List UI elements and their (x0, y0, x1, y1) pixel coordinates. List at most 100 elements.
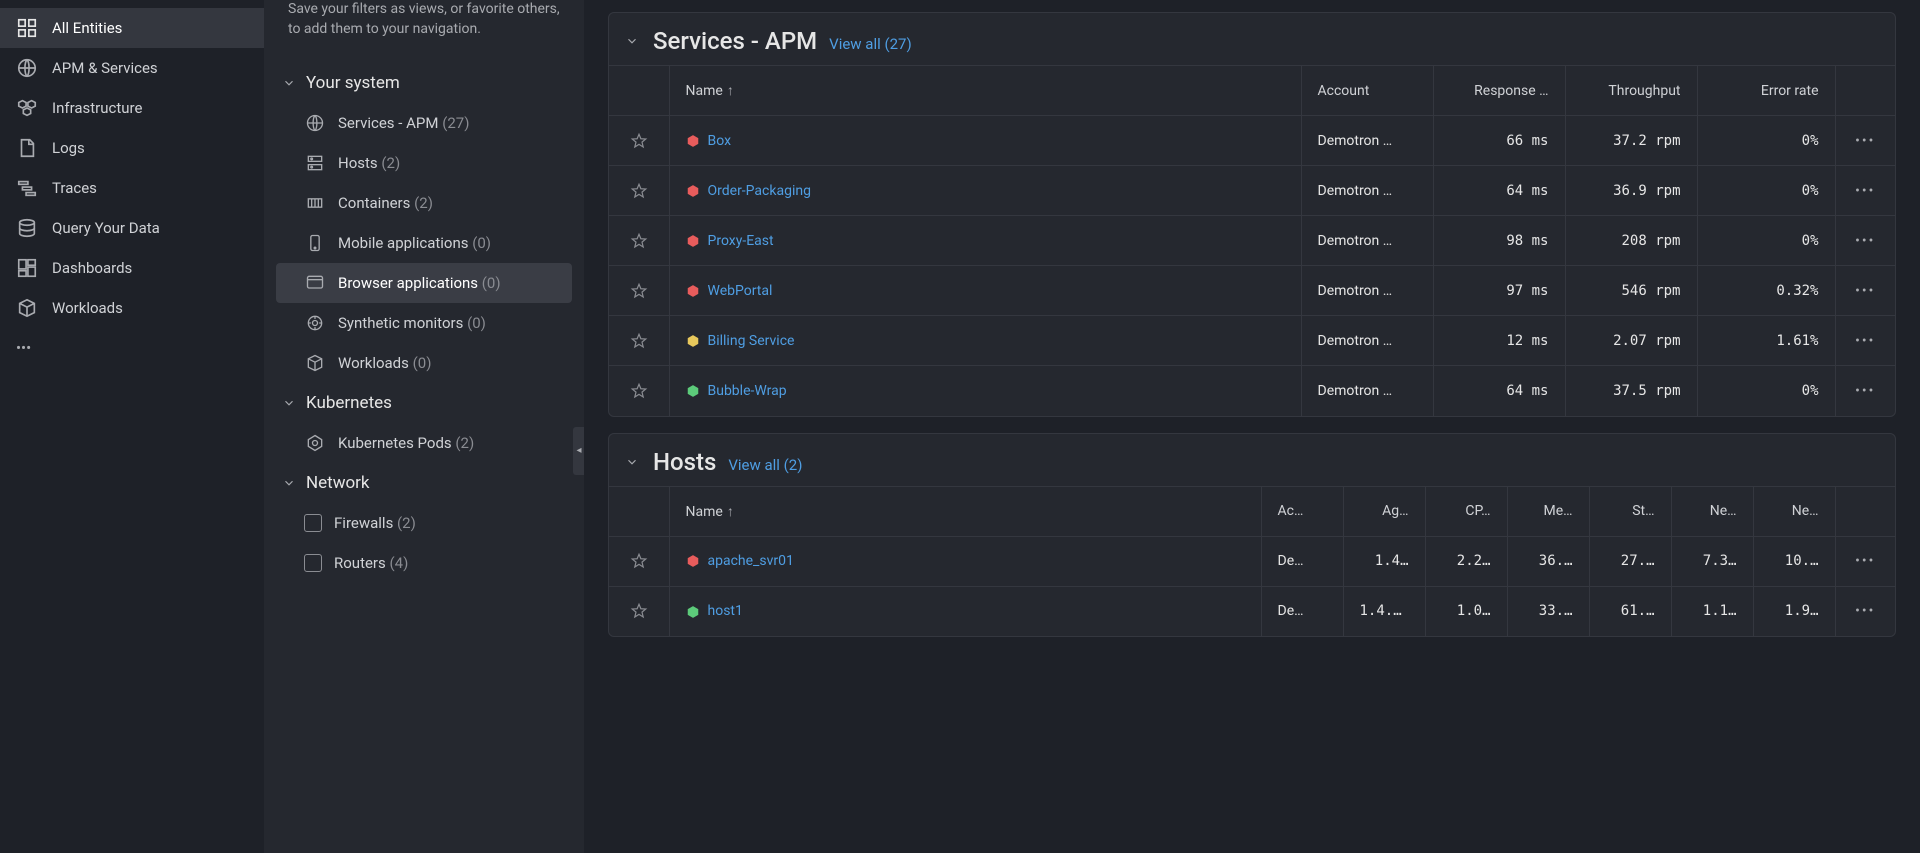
panel-item-count: (0) (467, 314, 486, 332)
chevron-down-icon (280, 74, 298, 92)
cell-error-rate: 0% (1697, 166, 1835, 216)
cell-throughput: 37.2 rpm (1565, 116, 1697, 166)
favorite-star-icon[interactable] (630, 132, 648, 150)
panel-item-count: (2) (397, 514, 416, 532)
entity-link[interactable]: Billing Service (708, 333, 795, 349)
favorite-star-icon[interactable] (630, 552, 648, 570)
panel-item-containers[interactable]: Containers (2) (276, 183, 572, 223)
cell-memory: 36.… (1507, 536, 1589, 586)
favorite-star-icon[interactable] (630, 332, 648, 350)
trace-icon (16, 177, 38, 199)
column-account[interactable]: Ac… (1261, 486, 1343, 536)
entity-link[interactable]: apache_svr01 (708, 553, 794, 569)
column-throughput[interactable]: Throughput (1565, 66, 1697, 116)
column-error-rate[interactable]: Error rate (1697, 66, 1835, 116)
sidebar-more[interactable]: ••• (0, 328, 264, 368)
panel-item-routers[interactable]: Routers (4) (276, 543, 572, 583)
panel-item-count: (2) (414, 194, 433, 212)
table-row: Billing ServiceDemotron …12 ms2.07 rpm1.… (609, 316, 1895, 366)
panel-item-mobile-apps[interactable]: Mobile applications (0) (276, 223, 572, 263)
status-hex-icon (686, 134, 700, 148)
favorite-star-icon[interactable] (630, 232, 648, 250)
section-network[interactable]: Network (276, 463, 572, 503)
panel-item-synthetic[interactable]: Synthetic monitors (0) (276, 303, 572, 343)
column-response[interactable]: Response … (1433, 66, 1565, 116)
view-all-link[interactable]: View all (2) (728, 456, 802, 474)
table-row: apache_svr01De…1.4…2.2…36.…27.…7.3…10.…•… (609, 536, 1895, 586)
favorite-star-icon[interactable] (630, 382, 648, 400)
column-memory[interactable]: Me… (1507, 486, 1589, 536)
favorite-star-icon[interactable] (630, 182, 648, 200)
sidebar-item-workloads[interactable]: Workloads (0, 288, 264, 328)
row-more-icon[interactable]: ••• (1855, 283, 1875, 299)
row-more-icon[interactable]: ••• (1855, 603, 1875, 619)
hexagons-icon (16, 97, 38, 119)
entity-link[interactable]: Box (708, 133, 732, 149)
row-more-icon[interactable]: ••• (1855, 333, 1875, 349)
entity-link[interactable]: Proxy-East (708, 233, 774, 249)
cell-account: De… (1261, 586, 1343, 636)
sidebar-item-query-data[interactable]: Query Your Data (0, 208, 264, 248)
globe-icon (16, 57, 38, 79)
card-title: Services - APM (653, 27, 817, 55)
card-collapse-toggle[interactable] (625, 33, 641, 49)
column-storage[interactable]: St… (1589, 486, 1671, 536)
panel-item-hosts[interactable]: Hosts (2) (276, 143, 572, 183)
cell-network-tx: 1.9… (1753, 586, 1835, 636)
dashboard-icon (16, 257, 38, 279)
panel-item-workloads[interactable]: Workloads (0) (276, 343, 572, 383)
column-agent[interactable]: Ag… (1343, 486, 1425, 536)
column-account[interactable]: Account (1301, 66, 1433, 116)
card-collapse-toggle[interactable] (625, 454, 641, 470)
cell-storage: 61.… (1589, 586, 1671, 636)
kubernetes-icon (304, 432, 326, 454)
panel-item-count: (0) (413, 354, 432, 372)
column-network-tx[interactable]: Ne… (1753, 486, 1835, 536)
panel-item-count: (2) (455, 434, 474, 452)
entity-link[interactable]: Order-Packaging (708, 183, 811, 199)
section-your-system[interactable]: Your system (276, 63, 572, 103)
sidebar-item-dashboards[interactable]: Dashboards (0, 248, 264, 288)
favorite-star-icon[interactable] (630, 282, 648, 300)
cell-error-rate: 1.61% (1697, 316, 1835, 366)
primary-sidebar: All Entities APM & Services Infrastructu… (0, 0, 264, 853)
favorite-star-icon[interactable] (630, 602, 648, 620)
cell-agent: 1.4.11 (1343, 586, 1425, 636)
entity-link[interactable]: Bubble-Wrap (708, 383, 787, 399)
table-row: Bubble-WrapDemotron …64 ms37.5 rpm0%••• (609, 366, 1895, 416)
row-more-icon[interactable]: ••• (1855, 233, 1875, 249)
cell-account: Demotron … (1301, 166, 1433, 216)
panel-item-firewalls[interactable]: Firewalls (2) (276, 503, 572, 543)
cube-icon (304, 352, 326, 374)
panel-collapse-handle[interactable]: ◂ (573, 427, 584, 475)
panel-item-browser-apps[interactable]: Browser applications (0) (276, 263, 572, 303)
section-title: Kubernetes (306, 393, 392, 413)
sidebar-item-logs[interactable]: Logs (0, 128, 264, 168)
cell-response: 64 ms (1433, 166, 1565, 216)
cell-account: Demotron … (1301, 266, 1433, 316)
sidebar-item-infrastructure[interactable]: Infrastructure (0, 88, 264, 128)
cell-error-rate: 0% (1697, 366, 1835, 416)
table-row: host1De…1.4.111.0…33.…61.…1.1…1.9…••• (609, 586, 1895, 636)
sidebar-item-label: APM & Services (52, 59, 158, 77)
column-name[interactable]: Name↑ (669, 66, 1301, 116)
panel-item-services-apm[interactable]: Services - APM (27) (276, 103, 572, 143)
panel-item-count: (4) (390, 554, 409, 572)
entity-link[interactable]: host1 (708, 603, 743, 619)
section-kubernetes[interactable]: Kubernetes (276, 383, 572, 423)
cell-cpu: 2.2… (1425, 536, 1507, 586)
sidebar-item-all-entities[interactable]: All Entities (0, 8, 264, 48)
panel-item-label: Mobile applications (338, 234, 469, 252)
row-more-icon[interactable]: ••• (1855, 183, 1875, 199)
panel-item-k8s-pods[interactable]: Kubernetes Pods (2) (276, 423, 572, 463)
column-cpu[interactable]: CP… (1425, 486, 1507, 536)
column-name[interactable]: Name↑ (669, 486, 1261, 536)
column-network-rx[interactable]: Ne… (1671, 486, 1753, 536)
row-more-icon[interactable]: ••• (1855, 553, 1875, 569)
sidebar-item-apm-services[interactable]: APM & Services (0, 48, 264, 88)
view-all-link[interactable]: View all (27) (829, 35, 912, 53)
sidebar-item-traces[interactable]: Traces (0, 168, 264, 208)
entity-link[interactable]: WebPortal (708, 283, 773, 299)
row-more-icon[interactable]: ••• (1855, 383, 1875, 399)
row-more-icon[interactable]: ••• (1855, 133, 1875, 149)
